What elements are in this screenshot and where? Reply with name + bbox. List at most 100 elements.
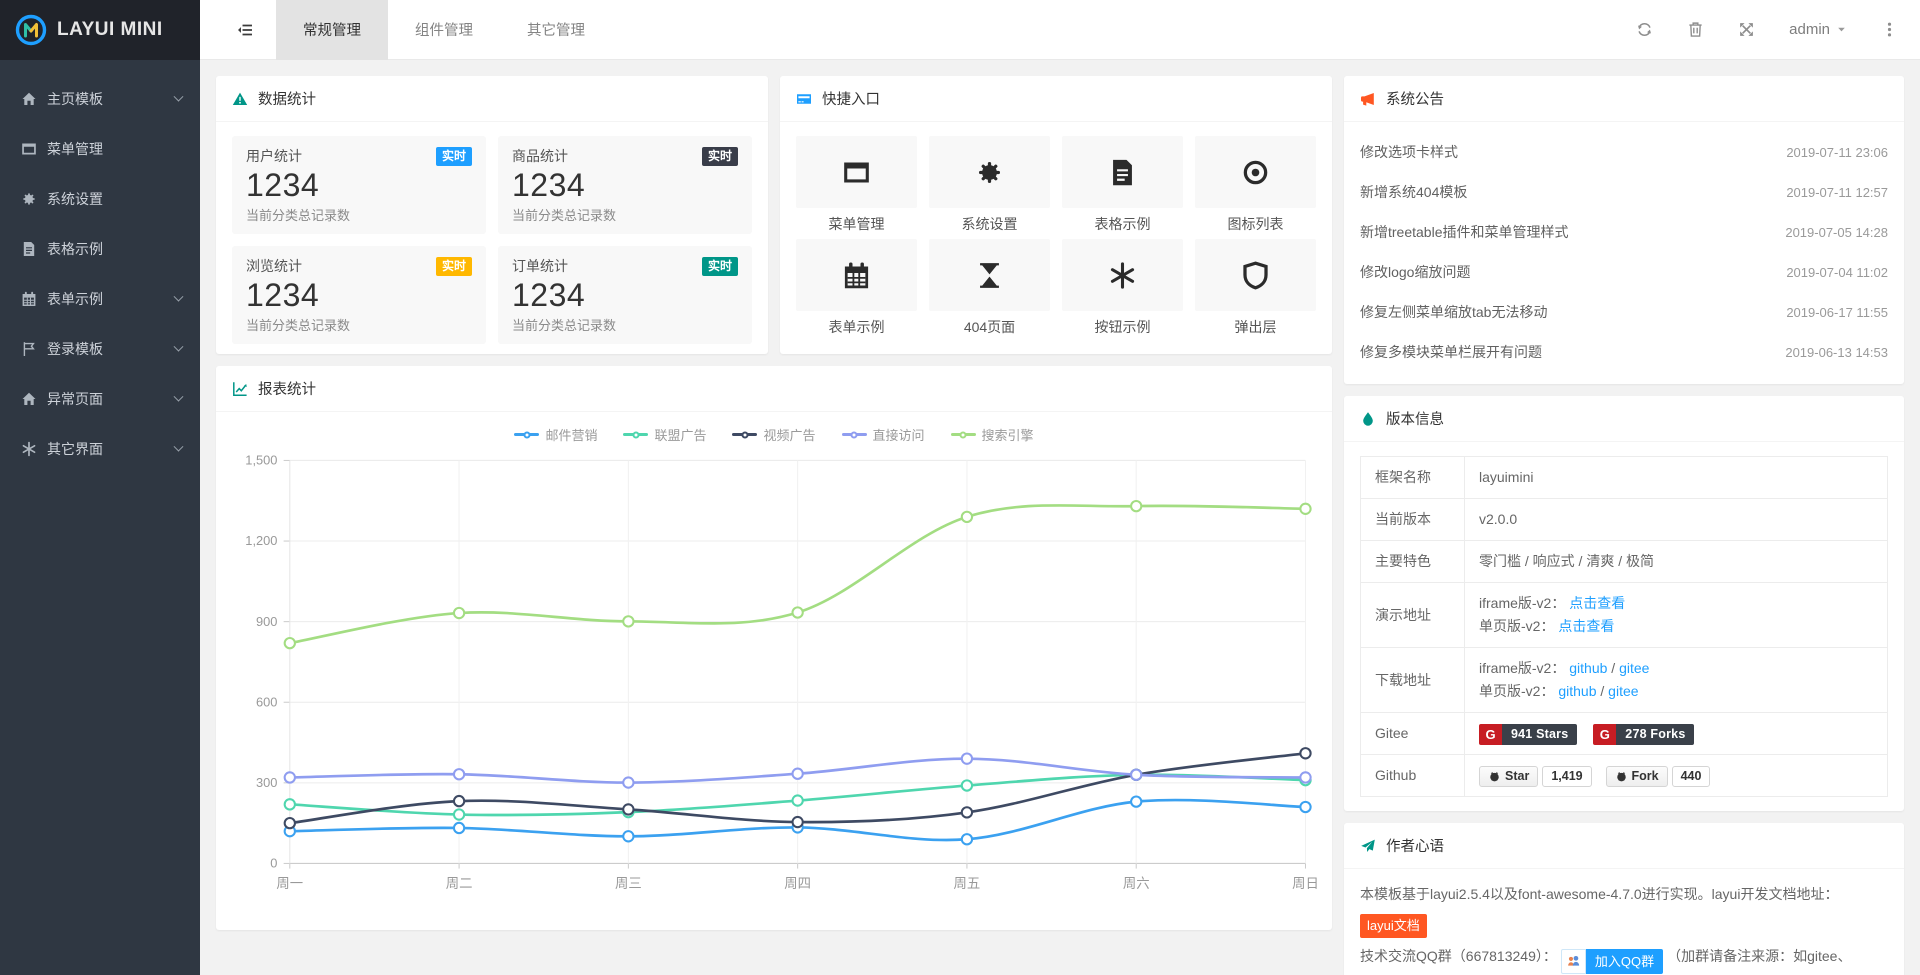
github-fork-widget[interactable]: Fork 440	[1606, 766, 1711, 787]
card-author-words: 作者心语 本模板基于layui2.5.4以及font-awesome-4.7.0…	[1344, 823, 1904, 975]
gitee-icon: G	[1479, 724, 1502, 745]
svg-text:周日: 周日	[1292, 876, 1319, 891]
quick-button-examples[interactable]: 按钮示例	[1062, 239, 1183, 336]
clear-cache-button[interactable]	[1687, 21, 1704, 38]
legend-swatch	[842, 433, 867, 436]
sidebar-item-login-templates[interactable]: 登录模板	[0, 324, 200, 374]
line-chart: 03006009001,2001,500周一周二周三周四周五周六周日	[216, 444, 1332, 917]
more-menu-button[interactable]	[1881, 21, 1898, 38]
report-chart-svg: 03006009001,2001,500周一周二周三周四周五周六周日	[224, 444, 1324, 917]
gitee-stars-badge[interactable]: G941 Stars	[1479, 724, 1577, 745]
quick-popup-layer[interactable]: 弹出层	[1195, 239, 1316, 336]
flag-icon	[21, 341, 37, 357]
gears-icon	[975, 158, 1004, 187]
notice-item: 新增treetable插件和菜单管理样式2019-07-05 14:28	[1344, 212, 1904, 252]
stat-users: 用户统计实时 1234 当前分类总记录数	[232, 136, 486, 234]
credit-card-icon	[796, 91, 812, 107]
file-icon	[21, 241, 37, 257]
fullscreen-button[interactable]	[1738, 21, 1755, 38]
octocat-icon	[1488, 770, 1501, 783]
sidebar-item-form-examples[interactable]: 表单示例	[0, 274, 200, 324]
card-title: 系统公告	[1386, 88, 1444, 109]
svg-text:600: 600	[256, 694, 277, 709]
main-content: 数据统计 用户统计实时 1234 当前分类总记录数 商品统计实时 1234 当前…	[200, 60, 1920, 975]
notice-time: 2019-07-05 14:28	[1785, 225, 1888, 240]
sidebar-item-home-templates[interactable]: 主页模板	[0, 74, 200, 124]
layui-doc-badge[interactable]: layui文档	[1360, 914, 1427, 938]
svg-text:周六: 周六	[1123, 876, 1150, 891]
legend-search-engine[interactable]: 搜索引擎	[951, 425, 1034, 444]
svg-text:周四: 周四	[784, 876, 811, 891]
svg-text:0: 0	[270, 856, 277, 871]
notice-time: 2019-06-17 11:55	[1786, 305, 1888, 320]
quick-404-page[interactable]: 404页面	[929, 239, 1050, 336]
legend-email-marketing[interactable]: 邮件营销	[514, 425, 597, 444]
chevron-down-icon	[174, 441, 184, 451]
window-icon	[842, 158, 871, 187]
stat-value: 1234	[246, 166, 472, 205]
chevron-down-icon	[174, 91, 184, 101]
svg-text:周三: 周三	[615, 876, 642, 891]
snowflake-icon	[1108, 261, 1137, 290]
top-header: 常规管理 组件管理 其它管理 admin	[200, 0, 1920, 60]
sidebar-item-other-pages[interactable]: 其它界面	[0, 424, 200, 474]
chart-legend: 邮件营销 联盟广告 视频广告 直接访问 搜索引擎	[216, 412, 1332, 444]
stats-grid: 用户统计实时 1234 当前分类总记录数 商品统计实时 1234 当前分类总记录…	[216, 122, 768, 354]
demo-spa-link[interactable]: 点击查看	[1558, 618, 1614, 634]
refresh-button[interactable]	[1636, 21, 1653, 38]
sidebar-item-menu-management[interactable]: 菜单管理	[0, 124, 200, 174]
chevron-down-icon	[174, 391, 184, 401]
sidebar-item-table-examples[interactable]: 表格示例	[0, 224, 200, 274]
gitee-forks-badge[interactable]: G278 Forks	[1593, 724, 1694, 745]
sidebar-item-error-pages[interactable]: 异常页面	[0, 374, 200, 424]
droplet-icon	[1360, 411, 1376, 427]
card-report-header: 报表统计	[216, 366, 1332, 412]
sidebar-item-system-settings[interactable]: 系统设置	[0, 174, 200, 224]
download-github-link[interactable]: github	[1569, 660, 1607, 676]
card-system-notice: 系统公告 修改选项卡样式2019-07-11 23:06 新增系统404模板20…	[1344, 76, 1904, 384]
card-author-header: 作者心语	[1344, 823, 1904, 869]
trash-icon	[1687, 21, 1704, 38]
notice-item: 修复多模块菜单栏展开有问题2019-06-13 14:53	[1344, 332, 1904, 372]
github-fork-button[interactable]: Fork	[1606, 766, 1668, 787]
legend-video-ads[interactable]: 视频广告	[732, 425, 815, 444]
window-icon	[21, 141, 37, 157]
quick-form-examples[interactable]: 表单示例	[796, 239, 917, 336]
table-row: 下载地址 iframe版-v2： github / gitee 单页版-v2： …	[1361, 648, 1888, 713]
sidebar-menu: 主页模板 菜单管理 系统设置 表格示例 表单示例 登录模板 异常页面	[0, 60, 200, 474]
tab-general-management[interactable]: 常规管理	[276, 0, 388, 60]
home-icon	[21, 91, 37, 107]
quick-table-examples[interactable]: 表格示例	[1062, 136, 1183, 233]
github-star-button[interactable]: Star	[1479, 766, 1538, 787]
notice-item: 修改选项卡样式2019-07-11 23:06	[1344, 132, 1904, 172]
join-qq-group-button[interactable]: 加入QQ群	[1561, 949, 1663, 974]
tab-other-management[interactable]: 其它管理	[500, 0, 612, 60]
more-vertical-icon	[1881, 21, 1898, 38]
hourglass-icon	[975, 261, 1004, 290]
card-data-stats: 数据统计 用户统计实时 1234 当前分类总记录数 商品统计实时 1234 当前…	[216, 76, 768, 354]
legend-affiliate-ads[interactable]: 联盟广告	[623, 425, 706, 444]
demo-iframe-link[interactable]: 点击查看	[1569, 595, 1625, 611]
user-dropdown[interactable]: admin	[1789, 21, 1847, 38]
caret-down-icon	[1836, 24, 1847, 35]
menu-fold-button[interactable]	[214, 0, 276, 60]
download-github-link[interactable]: github	[1558, 683, 1596, 699]
stat-value: 1234	[512, 276, 738, 315]
tab-component-management[interactable]: 组件管理	[388, 0, 500, 60]
card-quick-entry-header: 快捷入口	[780, 76, 1332, 122]
notice-item: 修复左侧菜单缩放tab无法移动2019-06-17 11:55	[1344, 292, 1904, 332]
card-title: 作者心语	[1386, 835, 1444, 856]
quick-menu-management[interactable]: 菜单管理	[796, 136, 917, 233]
quick-icon-list[interactable]: 图标列表	[1195, 136, 1316, 233]
download-gitee-link[interactable]: gitee	[1608, 683, 1638, 699]
notice-time: 2019-07-11 12:57	[1786, 185, 1888, 200]
legend-direct-visit[interactable]: 直接访问	[842, 425, 925, 444]
right-column: 系统公告 修改选项卡样式2019-07-11 23:06 新增系统404模板20…	[1344, 76, 1904, 959]
github-fork-count[interactable]: 440	[1672, 766, 1711, 787]
card-title: 数据统计	[258, 88, 316, 109]
github-star-widget[interactable]: Star 1,419	[1479, 766, 1592, 787]
gitee-icon: G	[1593, 724, 1616, 745]
quick-system-settings[interactable]: 系统设置	[929, 136, 1050, 233]
github-star-count[interactable]: 1,419	[1542, 766, 1591, 787]
download-gitee-link[interactable]: gitee	[1619, 660, 1649, 676]
